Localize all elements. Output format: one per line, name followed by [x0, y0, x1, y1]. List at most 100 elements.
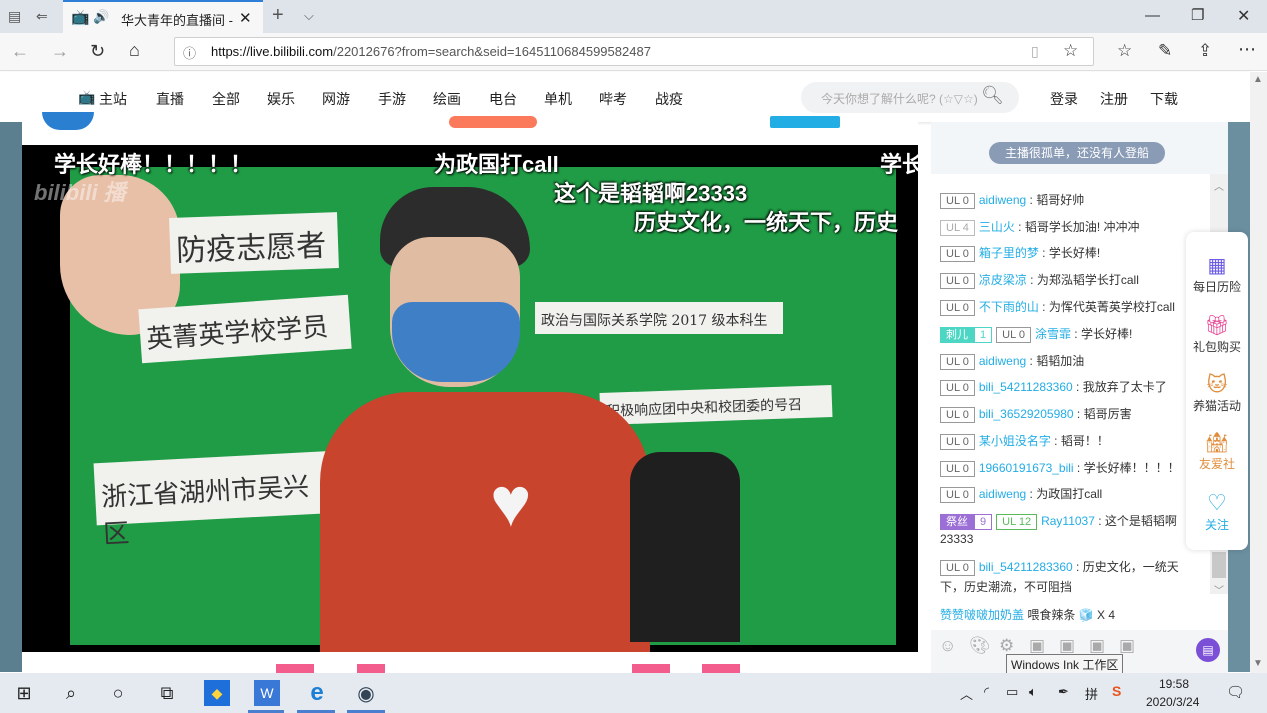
- video-player[interactable]: 防疫志愿者 英菁英学校学员 政治与国际关系学院 2017 级本科生 积极响应团中…: [22, 145, 918, 652]
- reading-view-icon[interactable]: ▯: [1031, 43, 1039, 60]
- nav-item-live[interactable]: 直播: [156, 89, 184, 109]
- home-nav-icon[interactable]: 📺: [78, 89, 95, 106]
- info-icon[interactable]: ⓘ: [183, 43, 196, 62]
- nav-home[interactable]: 主站: [99, 89, 127, 109]
- windows-start-icon[interactable]: ⊞: [11, 680, 37, 706]
- chat-username[interactable]: 不下雨的山: [979, 300, 1039, 314]
- nav-item-epidemic[interactable]: 战疫: [655, 89, 683, 109]
- speaker-icon[interactable]: 🔊: [93, 9, 109, 25]
- edge-icon[interactable]: e: [304, 679, 330, 706]
- cat-activity[interactable]: 🐱︎ 养猫活动: [1186, 372, 1248, 414]
- clock-time[interactable]: 19:58: [1159, 677, 1189, 691]
- clock-date[interactable]: 2020/3/24: [1146, 695, 1199, 709]
- minimize-icon[interactable]: —: [1145, 7, 1160, 24]
- download-link[interactable]: 下载: [1150, 89, 1178, 109]
- star-icon[interactable]: ☆: [1063, 41, 1078, 61]
- follow-side-button[interactable]: ♡ 关注: [1186, 490, 1248, 533]
- chat-username[interactable]: 涂雪霏: [1035, 327, 1071, 341]
- share-icon[interactable]: ⇪: [1198, 41, 1212, 61]
- browser-tab-active[interactable]: 📺 🔊 华大青年的直播间 - ✕: [63, 0, 263, 33]
- nav-item-all[interactable]: 全部: [212, 89, 240, 109]
- chat-username[interactable]: 三山火: [979, 220, 1015, 234]
- nav-item-draw[interactable]: 绘画: [433, 89, 461, 109]
- chat-username[interactable]: 凉皮梁凉: [979, 273, 1027, 287]
- more-icon[interactable]: ⋯: [1238, 39, 1256, 60]
- emoji-icon[interactable]: ☺: [939, 636, 956, 656]
- gift-tag[interactable]: [702, 664, 740, 673]
- url-input[interactable]: ⓘ https://live.bilibili.com/22012676?fro…: [174, 37, 1094, 66]
- gift-pack[interactable]: 🎁︎ 礼包购买: [1186, 313, 1248, 355]
- chat-username[interactable]: aidiweng: [979, 193, 1026, 207]
- forward-icon[interactable]: →: [51, 41, 69, 62]
- chat-username[interactable]: bili_54211283360: [979, 560, 1073, 574]
- scroll-up-icon[interactable]: ▲: [1253, 74, 1263, 85]
- gift-tag[interactable]: [276, 664, 314, 673]
- window-close-icon[interactable]: ✕: [1237, 6, 1250, 26]
- gift-tag[interactable]: [357, 664, 385, 673]
- pen-icon[interactable]: ✎: [1158, 41, 1172, 61]
- scroll-down-icon[interactable]: ﹀: [1214, 582, 1224, 597]
- wps-icon[interactable]: W: [254, 680, 280, 706]
- chat-username[interactable]: aidiweng: [979, 487, 1026, 501]
- chat-username[interactable]: 19660191673_bili: [979, 461, 1074, 475]
- chat-bubble-icon[interactable]: ▤: [1196, 638, 1220, 662]
- register-link[interactable]: 注册: [1100, 89, 1128, 109]
- notification-icon[interactable]: 🗨︎: [1226, 683, 1245, 701]
- scroll-up-icon[interactable]: ︿: [1214, 178, 1224, 193]
- chat-username[interactable]: 箱子里的梦: [979, 246, 1039, 260]
- avatar[interactable]: [42, 112, 94, 130]
- daily-adventure[interactable]: ▦ 每日历险: [1186, 253, 1248, 295]
- chat-username[interactable]: bili_54211283360: [979, 380, 1073, 394]
- gift-tag[interactable]: [632, 664, 670, 673]
- follow-tag[interactable]: [449, 116, 537, 128]
- battery-icon[interactable]: ▭: [1006, 684, 1018, 700]
- gift-username[interactable]: 赞赞啵啵加奶盖: [940, 608, 1024, 622]
- app-icon[interactable]: ◉: [353, 680, 379, 706]
- tab-actions-icon[interactable]: ▤: [8, 8, 21, 25]
- back-icon[interactable]: ←: [11, 41, 29, 62]
- scroll-down-icon[interactable]: ▼: [1253, 658, 1263, 669]
- palette-icon[interactable]: 🎨︎: [969, 636, 991, 656]
- page-scrollbar[interactable]: ▲ ▼: [1250, 72, 1267, 673]
- ime-icon[interactable]: 拼: [1085, 684, 1098, 703]
- favorites-icon[interactable]: ☆: [1117, 41, 1132, 61]
- search-box[interactable]: 今天你想了解什么呢? (☆▽☆) 🔍︎: [801, 82, 1019, 113]
- follow-button[interactable]: [770, 116, 840, 128]
- login-link[interactable]: 登录: [1050, 89, 1078, 109]
- chat-username[interactable]: Ray11037: [1041, 514, 1095, 528]
- refresh-icon[interactable]: ↻: [90, 41, 105, 62]
- tool-icon[interactable]: ▣: [1089, 636, 1105, 656]
- back-tabs-icon[interactable]: ⇐: [36, 8, 48, 25]
- tool-icon[interactable]: ▣: [1119, 636, 1135, 656]
- nav-item-exam[interactable]: 哔考: [599, 89, 627, 109]
- chat-username[interactable]: 某小姐没名字: [979, 434, 1051, 448]
- nav-item-pc-game[interactable]: 网游: [322, 89, 350, 109]
- task-view-icon[interactable]: ⧉: [154, 680, 180, 706]
- fan-medal[interactable]: 祭丝: [940, 514, 974, 530]
- nav-item-ent[interactable]: 娱乐: [267, 89, 295, 109]
- scroll-thumb[interactable]: [1212, 552, 1226, 578]
- fan-medal[interactable]: 刺儿: [940, 327, 974, 343]
- chat-username[interactable]: bili_36529205980: [979, 407, 1074, 421]
- tab-close-icon[interactable]: ✕: [239, 9, 252, 27]
- nav-item-single[interactable]: 单机: [544, 89, 572, 109]
- search-icon[interactable]: 🔍︎: [981, 85, 1004, 106]
- volume-icon[interactable]: 🔈︎: [1029, 684, 1037, 700]
- tool-icon[interactable]: ▣: [1029, 636, 1045, 656]
- nav-item-mobile-game[interactable]: 手游: [378, 89, 406, 109]
- sogou-icon[interactable]: S: [1112, 683, 1121, 699]
- restore-icon[interactable]: ❐: [1191, 6, 1204, 24]
- tool-icon[interactable]: ▣: [1059, 636, 1075, 656]
- nav-item-radio[interactable]: 电台: [489, 89, 517, 109]
- cortana-icon[interactable]: ○: [105, 680, 131, 706]
- search-icon[interactable]: ⌕: [58, 680, 84, 706]
- gear-icon[interactable]: ⚙: [999, 636, 1014, 656]
- new-tab-button[interactable]: +: [272, 4, 284, 27]
- home-icon[interactable]: ⌂: [129, 40, 140, 61]
- tray-chevron-icon[interactable]: ︿: [960, 684, 973, 703]
- app-icon[interactable]: ◆: [204, 680, 230, 706]
- chat-username[interactable]: aidiweng: [979, 354, 1026, 368]
- pen-icon[interactable]: ✒: [1058, 684, 1069, 700]
- wifi-icon[interactable]: ◜: [984, 684, 989, 700]
- chevron-down-icon[interactable]: ⌵: [304, 8, 314, 24]
